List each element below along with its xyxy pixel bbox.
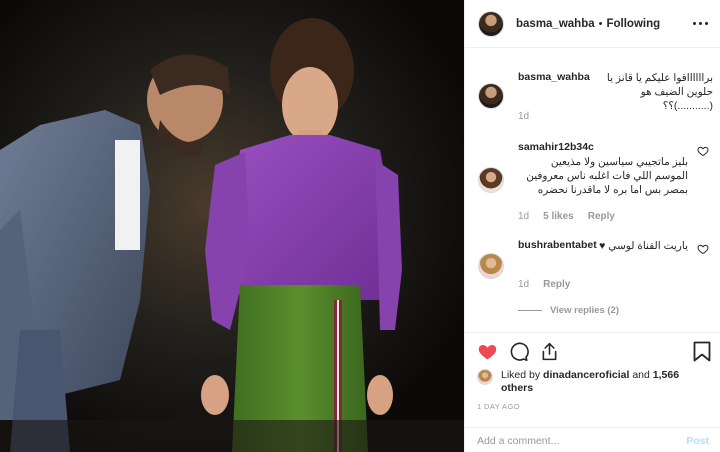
view-replies-label: View replies (2)	[550, 305, 619, 316]
comment-icon[interactable]	[508, 341, 529, 362]
comment-time[interactable]: 1d	[518, 279, 529, 290]
photo-illustration	[0, 0, 464, 452]
comments-list: basma_wahba برااااااقوا عليكم يا قانز يا…	[465, 49, 720, 332]
action-icons	[477, 341, 560, 362]
reply-button[interactable]: Reply	[588, 211, 615, 222]
comment-username[interactable]: basma_wahba	[518, 71, 590, 83]
comment-username[interactable]: bushrabentabet	[518, 239, 597, 251]
liked-by-user[interactable]: dinadanceroficial	[543, 369, 629, 381]
commenter-avatar[interactable]	[478, 83, 504, 109]
comment-meta: 1d	[518, 111, 529, 122]
liked-by-and: and	[632, 369, 650, 381]
follow-status-button[interactable]: Following	[606, 18, 660, 30]
commenter-avatar[interactable]	[478, 167, 504, 193]
bookmark-icon[interactable]	[693, 341, 711, 362]
comment-meta: 1d Reply	[518, 279, 570, 290]
liker-avatar[interactable]	[477, 369, 493, 385]
comment-text: برااااااقوا عليكم يا قانز يا حلوين الضيف…	[606, 72, 713, 112]
post-actions: Liked by dinadanceroficial and 1,566 oth…	[465, 332, 720, 452]
comment-text: بليز ماتجيبي سياسين ولا مذيعين الموسم ال…	[526, 156, 688, 196]
share-icon[interactable]	[539, 341, 560, 362]
more-options-icon[interactable]	[693, 17, 709, 29]
liked-by-prefix: Liked by	[501, 369, 541, 381]
comment-likes[interactable]: 5 likes	[543, 211, 574, 222]
comment-time[interactable]: 1d	[518, 211, 529, 222]
liked-by-row: Liked by dinadanceroficial and 1,566 oth…	[477, 369, 701, 395]
comment-item: bushrabentabet ياريت القناة لوسي ♥ 1d Re…	[478, 239, 713, 332]
view-replies-button[interactable]: View replies (2)	[518, 305, 619, 316]
add-comment-bar: Post	[465, 427, 720, 452]
post-side-panel: basma_wahba • Following basma_wahba براا…	[464, 0, 720, 452]
liked-by-text: Liked by dinadanceroficial and 1,566 oth…	[501, 369, 701, 395]
comment-text: ياريت القناة لوسي ♥	[599, 240, 688, 252]
post-timestamp[interactable]: 1 DAY AGO	[477, 402, 520, 411]
author-avatar[interactable]	[478, 10, 504, 37]
caption-comment: basma_wahba برااااااقوا عليكم يا قانز يا…	[478, 71, 713, 131]
comment-meta: 1d 5 likes Reply	[518, 211, 615, 222]
comment-item: samahir12b34c بليز ماتجيبي سياسين ولا مذ…	[478, 141, 713, 226]
header-separator: •	[598, 17, 603, 30]
reply-button[interactable]: Reply	[543, 279, 570, 290]
post-comment-button[interactable]: Post	[686, 435, 709, 447]
view-replies-line	[518, 310, 542, 311]
commenter-avatar[interactable]	[478, 253, 504, 279]
comment-time[interactable]: 1d	[518, 111, 529, 122]
like-comment-heart-icon[interactable]	[697, 145, 709, 157]
like-heart-icon[interactable]	[477, 341, 498, 362]
post-photo[interactable]	[0, 0, 464, 452]
comment-username[interactable]: samahir12b34c	[518, 141, 594, 153]
author-username[interactable]: basma_wahba	[516, 18, 595, 30]
like-comment-heart-icon[interactable]	[697, 243, 709, 255]
post-header: basma_wahba • Following	[465, 0, 720, 48]
add-comment-input[interactable]	[477, 434, 687, 447]
